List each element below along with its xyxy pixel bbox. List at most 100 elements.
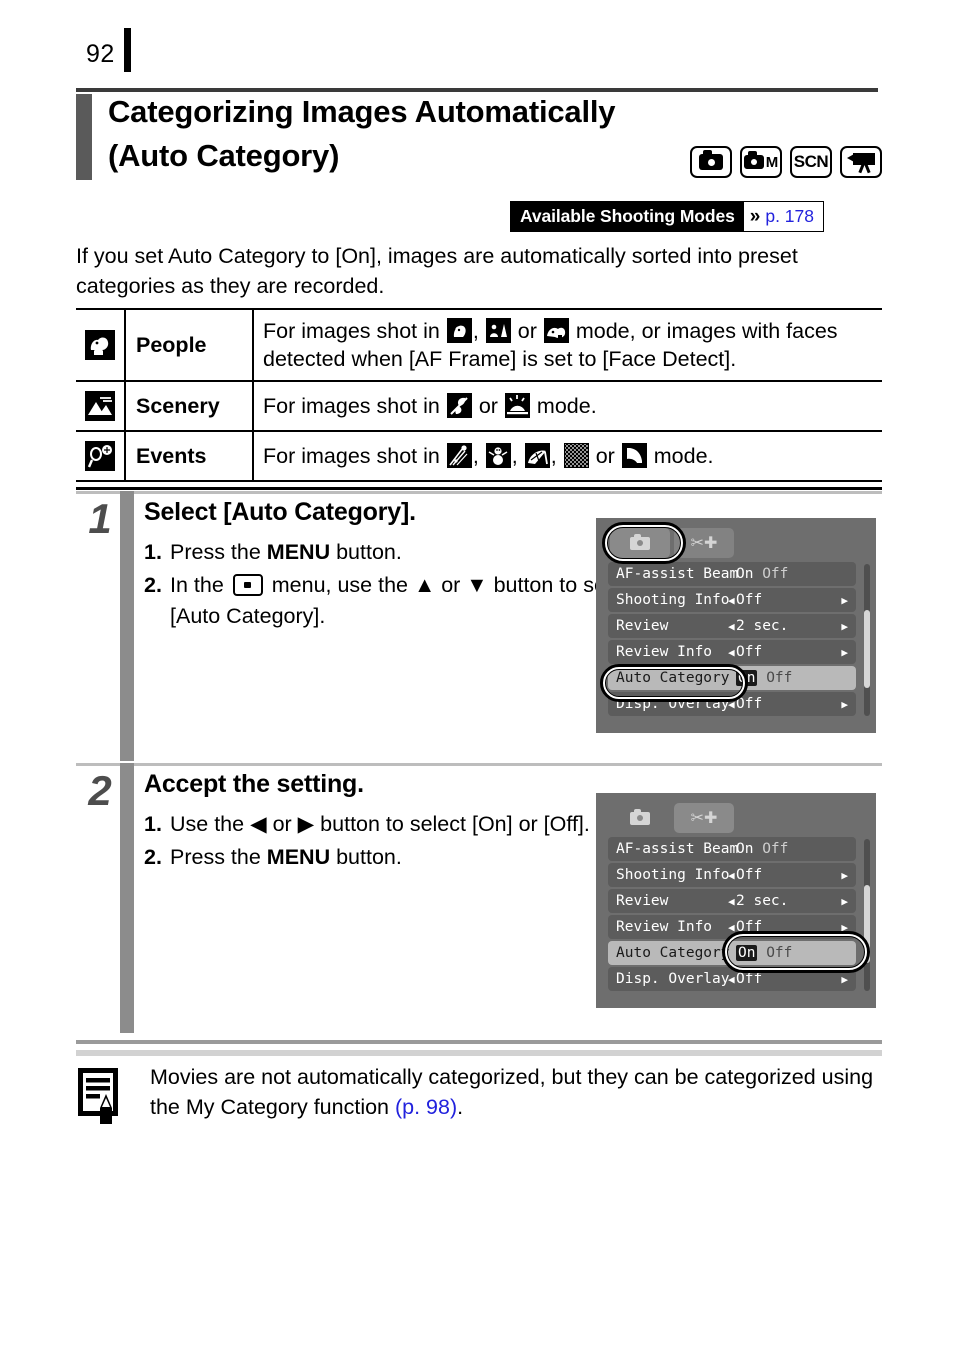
desc-or: or: [478, 394, 504, 418]
scrollbar-thumb[interactable]: [864, 610, 870, 688]
note-page-link[interactable]: (p. 98): [395, 1095, 457, 1119]
scrollbar-track[interactable]: [864, 839, 870, 991]
menu-rows: AF-assist Beam On Off Shooting Info ◀ Of…: [608, 562, 856, 718]
right-caret-icon[interactable]: ▶: [841, 869, 848, 882]
menu-row-auto-category[interactable]: Auto Category On Off: [608, 666, 856, 690]
substep-number: 1.: [144, 812, 162, 836]
menu-row-shooting-info[interactable]: Shooting Info ◀ Off ▶: [608, 588, 856, 612]
camera-manual-mode-icon: M: [740, 146, 782, 178]
foliage-mode-icon: [446, 393, 472, 418]
substep-text: In the menu, use the ▲ or ▼ button to se…: [170, 570, 644, 632]
setup-tab[interactable]: ✂✚: [674, 803, 734, 833]
left-caret-icon[interactable]: ◀: [728, 646, 735, 659]
menu-row-value: On Off: [736, 566, 788, 582]
menu-row-value: Off: [736, 696, 763, 712]
title-accent-bar: [76, 94, 92, 180]
value-off[interactable]: Off: [766, 945, 792, 961]
shooting-tab[interactable]: [610, 528, 670, 558]
substep-pre: In the: [170, 573, 230, 597]
page-title-line1: Categorizing Images Automatically: [108, 94, 616, 129]
scn-mode-icon: SCN: [790, 146, 832, 178]
scrollbar-thumb[interactable]: [864, 885, 870, 963]
left-caret-icon[interactable]: ◀: [728, 698, 735, 711]
left-caret-icon[interactable]: ◀: [728, 620, 735, 633]
value-on-selected[interactable]: On: [736, 945, 758, 961]
right-caret-icon[interactable]: ▶: [841, 921, 848, 934]
menu-row-label: Disp. Overlay: [616, 696, 730, 712]
shooting-tab[interactable]: [610, 803, 670, 833]
menu-tab-bar[interactable]: ✂✚: [610, 803, 734, 833]
left-caret-icon[interactable]: ◀: [728, 973, 735, 986]
desc-suffix: mode.: [536, 394, 597, 418]
menu-row-review[interactable]: Review ◀ 2 sec. ▶: [608, 889, 856, 913]
note-text-before: Movies are not automatically categorized…: [150, 1065, 874, 1119]
wrench-hammer-icon: ✂✚: [690, 533, 718, 552]
value-off[interactable]: Off: [766, 670, 792, 686]
menu-row-disp-overlay[interactable]: Disp. Overlay ◀ Off ▶: [608, 967, 856, 991]
right-caret-icon[interactable]: ▶: [841, 620, 848, 633]
category-description: For images shot in ,: [254, 432, 882, 480]
kids-and-pets-mode-icon: [543, 318, 569, 343]
category-description: For images shot in ,: [254, 310, 882, 380]
wrench-hammer-icon: ✂✚: [690, 808, 718, 827]
right-caret-icon[interactable]: ▶: [841, 698, 848, 711]
substep-bold: MENU: [266, 540, 331, 564]
substep-post: button.: [330, 540, 402, 564]
right-caret-icon[interactable]: ▶: [841, 973, 848, 986]
menu-row-review[interactable]: Review ◀ 2 sec. ▶: [608, 614, 856, 638]
value-on-selected[interactable]: On: [736, 670, 758, 686]
step-divider: [76, 763, 882, 766]
substep: 2. Press the MENU button.: [144, 842, 644, 873]
manual-page: 92 Categorizing Images Automatically (Au…: [0, 0, 954, 1351]
step-heading: Select [Auto Category].: [144, 498, 416, 526]
desc-comma: ,: [472, 319, 485, 343]
beach-mode-icon: [524, 443, 550, 468]
scrollbar-track[interactable]: [864, 564, 870, 716]
substep: 1. Press the MENU button.: [144, 537, 644, 568]
menu-tab-bar[interactable]: ✂✚: [610, 528, 734, 558]
scenery-icon-glyph: [85, 391, 115, 421]
left-caret-icon[interactable]: ◀: [728, 895, 735, 908]
substep-text: Press the MENU button.: [170, 842, 644, 873]
menu-row-af-assist-beam[interactable]: AF-assist Beam On Off: [608, 562, 856, 586]
substep-text: Press the MENU button.: [170, 537, 644, 568]
available-shooting-modes-link[interactable]: » p. 178: [743, 202, 823, 231]
camera-auto-mode-icon: [690, 146, 732, 178]
scn-label: SCN: [793, 152, 829, 171]
note-text: Movies are not automatically categorized…: [150, 1060, 882, 1122]
menu-row-af-assist-beam[interactable]: AF-assist Beam On Off: [608, 837, 856, 861]
sunset-mode-icon: [504, 393, 530, 418]
menu-row-label: Disp. Overlay: [616, 971, 730, 987]
right-caret-icon[interactable]: ▶: [841, 594, 848, 607]
setup-tab[interactable]: ✂✚: [674, 528, 734, 558]
step-accent-bar: [120, 763, 134, 1033]
right-caret-icon[interactable]: ▶: [841, 895, 848, 908]
step-content: Select [Auto Category]. 1. Press the MEN…: [144, 495, 644, 634]
snow-mode-icon: [485, 443, 511, 468]
substep-bold: MENU: [266, 845, 331, 869]
note-text-after: .: [457, 1095, 464, 1119]
menu-row-review-info[interactable]: Review Info ◀ Off ▶: [608, 915, 856, 939]
available-shooting-modes-banner: Available Shooting Modes » p. 178: [510, 201, 824, 232]
step-number: 1: [88, 495, 112, 542]
menu-row-shooting-info[interactable]: Shooting Info ◀ Off ▶: [608, 863, 856, 887]
menu-row-label: AF-assist Beam: [616, 841, 739, 857]
value-on: On: [736, 566, 754, 582]
portrait-mode-icon: [446, 318, 472, 343]
menu-row-auto-category[interactable]: Auto Category On Off: [608, 941, 856, 965]
left-caret-icon[interactable]: ◀: [728, 594, 735, 607]
substep-text: Use the ◀ or ▶ button to select [On] or …: [170, 812, 590, 836]
camera-icon: [630, 808, 650, 825]
right-caret-icon[interactable]: ▶: [841, 646, 848, 659]
menu-screenshot-step2: ✂✚ AF-assist Beam On Off Shooting Info ◀…: [596, 793, 876, 1008]
menu-row-disp-overlay[interactable]: Disp. Overlay ◀ Off ▶: [608, 692, 856, 716]
category-name: Scenery: [126, 382, 254, 430]
left-caret-icon[interactable]: ◀: [728, 869, 735, 882]
menu-row-review-info[interactable]: Review Info ◀ Off ▶: [608, 640, 856, 664]
movie-mode-icon: [840, 146, 882, 178]
left-caret-icon[interactable]: ◀: [728, 921, 735, 934]
substep-number: 2.: [144, 845, 162, 869]
menu-row-value: 2 sec.: [736, 893, 789, 909]
mode-letter-m: M: [765, 153, 779, 171]
step-divider: [76, 491, 882, 494]
